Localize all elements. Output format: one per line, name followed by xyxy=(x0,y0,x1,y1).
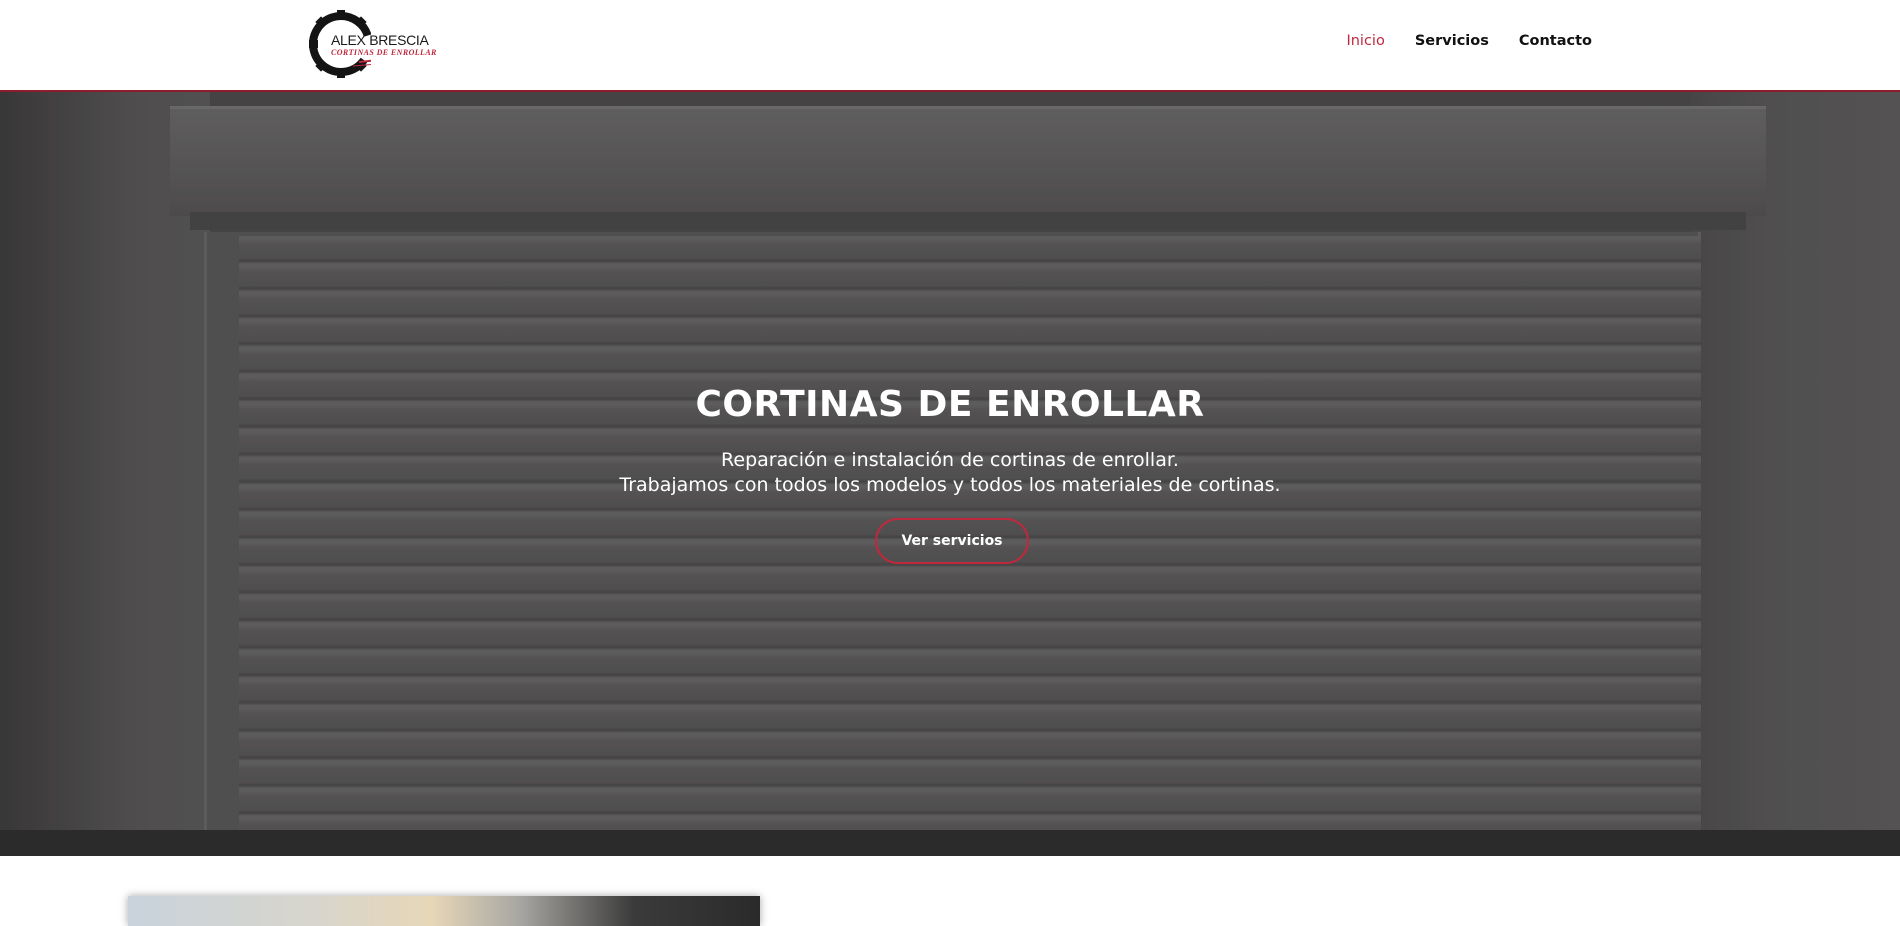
logo-tagline: CORTINAS DE ENROLLAR xyxy=(331,48,437,57)
hero-subtitle-line-2: Trabajamos con todos los modelos y todos… xyxy=(619,474,1281,496)
site-logo[interactable]: ALEX BRESCIA CORTINAS DE ENROLLAR xyxy=(309,10,439,78)
hero-subtitle: Reparación e instalación de cortinas de … xyxy=(0,448,1900,498)
ver-servicios-button[interactable]: Ver servicios xyxy=(875,518,1029,564)
logo-brand-name: ALEX BRESCIA xyxy=(331,32,429,48)
main-nav: Inicio Servicios Contacto xyxy=(1346,33,1592,49)
hero-section: CORTINAS DE ENROLLAR Reparación e instal… xyxy=(0,92,1900,856)
site-header: ALEX BRESCIA CORTINAS DE ENROLLAR Inicio… xyxy=(0,0,1900,92)
content-section xyxy=(0,856,1900,926)
nav-item-contacto[interactable]: Contacto xyxy=(1519,33,1592,49)
nav-item-inicio[interactable]: Inicio xyxy=(1346,33,1384,49)
hero-title: CORTINAS DE ENROLLAR xyxy=(695,384,1205,425)
hero-subtitle-line-1: Reparación e instalación de cortinas de … xyxy=(721,449,1179,471)
nav-item-servicios[interactable]: Servicios xyxy=(1415,33,1489,49)
service-image-card xyxy=(128,896,760,926)
